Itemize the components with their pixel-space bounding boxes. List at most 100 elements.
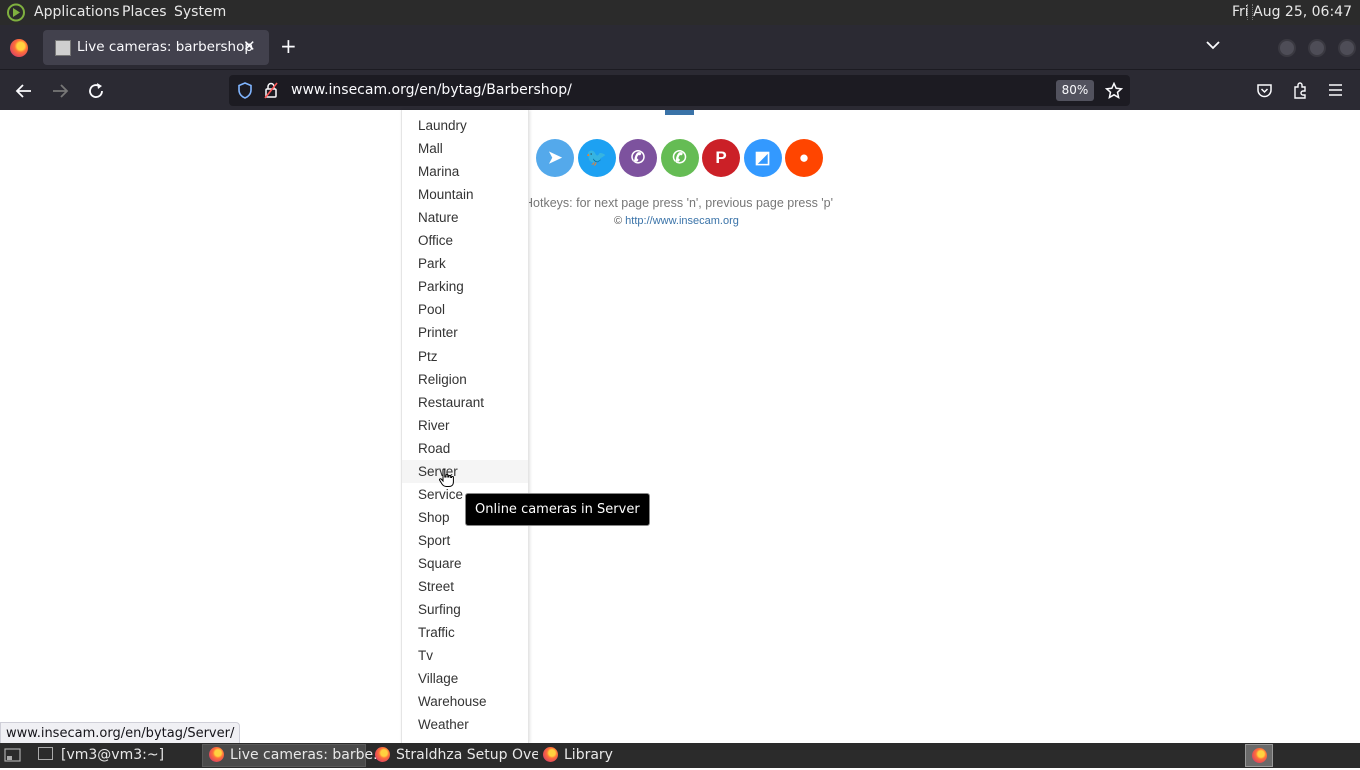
hotkeys-hint: Hotkeys: for next page press 'n', previo… <box>524 196 834 210</box>
copyright-symbol: © <box>614 215 623 227</box>
system-top-panel: Applications Places System Fri Aug 25, 0… <box>0 0 1360 25</box>
category-label: River <box>418 417 450 433</box>
taskbar-item-setup-overview[interactable]: Straldhza Setup Ove... <box>375 744 538 770</box>
category-item-mall[interactable]: Mall <box>402 137 528 160</box>
minimize-window-icon[interactable] <box>1278 39 1296 57</box>
category-item-marina[interactable]: Marina <box>402 160 528 183</box>
category-label: Road <box>418 440 451 456</box>
bookmark-star-icon[interactable] <box>1105 82 1123 100</box>
workspace-switcher[interactable] <box>1245 744 1273 767</box>
link-tooltip: Online cameras in Server <box>465 493 650 526</box>
reddit-share-icon[interactable]: ● <box>785 139 823 177</box>
applications-menu[interactable]: Applications <box>34 4 120 20</box>
copyright-line: © http://www.insecam.org <box>614 215 739 227</box>
extensions-puzzle-icon[interactable] <box>1292 81 1309 99</box>
category-label: Square <box>418 555 462 571</box>
tab-live-cameras[interactable]: Live cameras: barbershop ✕ <box>43 30 269 65</box>
category-item-river[interactable]: River <box>402 414 528 437</box>
reload-icon[interactable] <box>87 82 105 100</box>
delicious-share-icon[interactable]: ◩ <box>743 139 782 177</box>
category-item-ptz[interactable]: Ptz <box>402 345 528 368</box>
tab-favicon-icon <box>55 40 71 56</box>
firefox-icon <box>375 747 390 762</box>
system-logo-icon[interactable] <box>6 3 26 22</box>
system-menu[interactable]: System <box>174 4 226 20</box>
category-label: Tv <box>418 648 433 664</box>
close-window-icon[interactable] <box>1338 39 1356 57</box>
show-desktop-icon[interactable] <box>4 748 21 763</box>
category-item-warehouse[interactable]: Warehouse <box>402 690 528 713</box>
category-label: Traffic <box>418 625 455 641</box>
category-label: Village <box>418 671 459 687</box>
tab-title: Live cameras: barbershop <box>77 39 253 55</box>
category-item-pool[interactable]: Pool <box>402 298 528 321</box>
category-item-street[interactable]: Street <box>402 575 528 598</box>
zoom-level-badge[interactable]: 80% <box>1056 80 1094 101</box>
url-text[interactable]: www.insecam.org/en/bytag/Barbershop/ <box>291 82 572 98</box>
category-dropdown-menu: Laundry Mall Marina Mountain Nature Office Par… <box>401 110 529 743</box>
back-arrow-icon[interactable] <box>15 82 33 100</box>
list-all-tabs-chevron-down-icon[interactable] <box>1205 37 1221 53</box>
category-item-square[interactable]: Square <box>402 552 528 575</box>
address-bar[interactable]: www.insecam.org/en/bytag/Barbershop/ 80% <box>229 75 1130 106</box>
category-item-sport[interactable]: Sport <box>402 529 528 552</box>
insecure-lock-icon[interactable] <box>264 82 278 99</box>
pinterest-share-icon[interactable]: P <box>702 139 740 177</box>
twitter-share-icon[interactable]: 🐦 <box>577 139 616 177</box>
category-label: Warehouse <box>418 694 487 710</box>
category-item-parking[interactable]: Parking <box>402 275 528 298</box>
category-item-weather[interactable]: Weather <box>402 713 528 736</box>
category-label: Mountain <box>418 187 474 203</box>
taskbar-item-label: Live cameras: barbe... <box>230 747 387 763</box>
viber-share-icon[interactable]: ✆ <box>619 139 657 177</box>
category-item-mountain[interactable]: Mountain <box>402 183 528 206</box>
category-item-office[interactable]: Office <box>402 229 528 252</box>
new-tab-plus-icon[interactable]: + <box>280 36 297 56</box>
category-item-surfing[interactable]: Surfing <box>402 598 528 621</box>
category-label: Park <box>418 256 446 272</box>
category-item-restaurant[interactable]: Restaurant <box>402 391 528 414</box>
bottom-taskbar: [vm3@vm3:~] Live cameras: barbe... Stral… <box>0 743 1360 768</box>
pocket-icon[interactable] <box>1256 82 1273 99</box>
places-menu[interactable]: Places <box>122 4 167 20</box>
link-status-url: www.insecam.org/en/bytag/Server/ <box>0 722 241 745</box>
browser-navigation-bar: www.insecam.org/en/bytag/Barbershop/ 80% <box>0 69 1360 111</box>
taskbar-item-terminal[interactable]: [vm3@vm3:~] <box>38 744 198 770</box>
category-item-village[interactable]: Village <box>402 667 528 690</box>
tracking-shield-icon[interactable] <box>237 82 253 99</box>
hand-pointer-cursor-icon <box>438 468 454 487</box>
category-label: Shop <box>418 509 450 525</box>
category-label: Nature <box>418 210 459 226</box>
category-item-printer[interactable]: Printer <box>402 321 528 344</box>
category-item-nature[interactable]: Nature <box>402 206 528 229</box>
app-menu-hamburger-icon[interactable] <box>1328 83 1343 97</box>
page-button-fragment[interactable] <box>665 110 694 115</box>
forward-arrow-icon[interactable] <box>51 82 69 100</box>
category-label: Sport <box>418 532 451 548</box>
firefox-view-icon[interactable] <box>10 39 28 57</box>
copyright-link[interactable]: http://www.insecam.org <box>625 215 739 227</box>
maximize-window-icon[interactable] <box>1308 39 1326 57</box>
clock[interactable]: Fri Aug 25, 06:47 <box>1232 4 1352 20</box>
telegram-share-icon[interactable]: ➤ <box>536 139 574 177</box>
category-item-traffic[interactable]: Traffic <box>402 621 528 644</box>
category-item-laundry[interactable]: Laundry <box>402 114 528 137</box>
taskbar-item-label: [vm3@vm3:~] <box>61 747 165 763</box>
category-item-tv[interactable]: Tv <box>402 644 528 667</box>
whatsapp-share-icon[interactable]: ✆ <box>660 139 699 177</box>
category-item-server[interactable]: Server <box>402 459 528 483</box>
category-label: Surfing <box>418 602 461 618</box>
category-label: Ptz <box>418 348 438 364</box>
web-page-content: ➤ 🐦 ✆ ✆ P ◩ ● Hotkeys: for next page press 'n'… <box>0 110 1360 743</box>
category-label: Street <box>418 579 455 594</box>
taskbar-item-live-cameras[interactable]: Live cameras: barbe... <box>202 744 386 767</box>
category-item-park[interactable]: Park <box>402 252 528 275</box>
taskbar-item-label: Library <box>564 747 613 763</box>
category-item-road[interactable]: Road <box>402 437 528 460</box>
browser-tab-bar: Live cameras: barbershop ✕ + <box>0 25 1360 69</box>
tab-close-icon[interactable]: ✕ <box>243 37 256 55</box>
taskbar-item-library[interactable]: Library <box>543 744 633 770</box>
category-label: Parking <box>418 279 464 295</box>
category-item-religion[interactable]: Religion <box>402 368 528 391</box>
category-label: Restaurant <box>418 394 485 410</box>
